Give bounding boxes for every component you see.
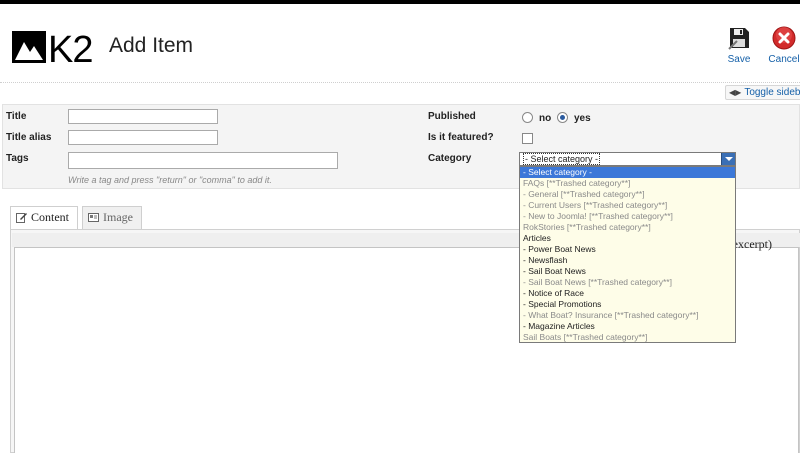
edit-icon: [16, 213, 27, 223]
k2-logo: K2: [12, 29, 93, 66]
category-option[interactable]: - Magazine Articles: [520, 321, 735, 332]
category-option[interactable]: Articles: [520, 233, 735, 244]
category-option[interactable]: FAQs [**Trashed category**]: [520, 178, 735, 189]
published-label: Published: [428, 111, 476, 122]
tags-input[interactable]: [68, 152, 338, 169]
category-option[interactable]: - What Boat? Insurance [**Trashed catego…: [520, 310, 735, 321]
category-option[interactable]: - Newsflash: [520, 255, 735, 266]
cancel-icon: [772, 26, 796, 50]
category-option[interactable]: - Notice of Race: [520, 288, 735, 299]
cancel-label: Cancel: [768, 54, 800, 65]
floppy-disk-icon: [728, 28, 749, 50]
category-option[interactable]: RokStories [**Trashed category**]: [520, 222, 735, 233]
toggle-sidebar-button[interactable]: ◀▶ Toggle sideba: [725, 85, 800, 100]
category-label: Category: [428, 153, 472, 164]
featured-label: Is it featured?: [428, 132, 494, 143]
featured-checkbox[interactable]: [522, 133, 533, 144]
tags-hint: Write a tag and press "return" or "comma…: [68, 175, 272, 185]
category-option[interactable]: - Sail Boat News [**Trashed category**]: [520, 277, 735, 288]
left-right-arrows-icon: ◀▶: [729, 88, 742, 97]
header-divider: [0, 82, 800, 83]
svg-text:K2: K2: [48, 29, 92, 66]
category-selected-value: - Select category -: [523, 153, 601, 165]
save-label: Save: [727, 54, 751, 65]
category-option[interactable]: - General [**Trashed category**]: [520, 189, 735, 200]
save-button[interactable]: Save: [719, 26, 759, 65]
page-title: Add Item: [109, 34, 194, 57]
published-yes-radio[interactable]: [557, 112, 568, 123]
toggle-sidebar-label: Toggle sideba: [744, 87, 800, 98]
category-option[interactable]: - Select category -: [520, 167, 735, 178]
tab-content[interactable]: Content: [10, 206, 78, 229]
category-option[interactable]: - Power Boat News: [520, 244, 735, 255]
category-option[interactable]: - Sail Boat News: [520, 266, 735, 277]
category-option[interactable]: - Current Users [**Trashed category**]: [520, 200, 735, 211]
tags-label: Tags: [6, 153, 29, 164]
title-input[interactable]: [68, 109, 218, 124]
category-dropdown-list: - Select category - FAQs [**Trashed categ…: [519, 166, 736, 343]
category-option[interactable]: Sail Boats [**Trashed category**]: [520, 332, 735, 342]
tab-image-label: Image: [103, 210, 133, 224]
tab-image[interactable]: Image: [82, 206, 142, 229]
title-alias-input[interactable]: [68, 130, 218, 145]
published-no-label: no: [539, 113, 552, 124]
published-no-radio[interactable]: [522, 112, 533, 123]
published-yes-label: yes: [574, 113, 591, 124]
title-alias-label: Title alias: [6, 132, 52, 143]
tab-content-label: Content: [31, 210, 69, 224]
category-select[interactable]: - Select category -: [519, 152, 736, 166]
cancel-button[interactable]: Cancel: [764, 26, 800, 65]
category-option[interactable]: - Special Promotions: [520, 299, 735, 310]
chevron-down-icon[interactable]: [721, 153, 735, 165]
category-option[interactable]: - New to Joomla! [**Trashed category**]: [520, 211, 735, 222]
title-label: Title: [6, 111, 27, 122]
image-icon: [88, 213, 99, 222]
header: K2 Add Item Save Cancel: [0, 4, 800, 82]
